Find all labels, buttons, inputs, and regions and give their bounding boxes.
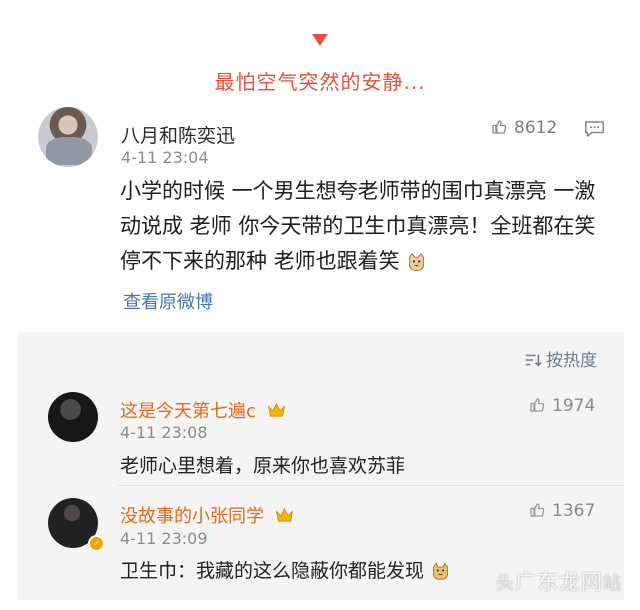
comment-item: 这是今天第七遍c 4-11 23:08 1974 老师心里想着，原来你也喜欢苏菲: [18, 392, 624, 482]
crown-badge-icon: [275, 507, 293, 522]
sort-icon: [525, 354, 542, 367]
comment-user-avatar[interactable]: [48, 392, 98, 442]
sort-by-heat-button[interactable]: 按热度: [524, 346, 597, 371]
comment-like-button[interactable]: 1367: [528, 501, 595, 521]
watermark: 头广东龙网站: [496, 570, 622, 594]
main-post-text: 小学的时候 一个男生想夸老师带的围巾真漂亮 一激动说成 老师 你今天带的卫生巾真…: [120, 174, 605, 279]
comment-divider: [118, 485, 624, 486]
comment-like-count: 1367: [552, 501, 596, 521]
main-like-button[interactable]: 8612: [490, 118, 557, 138]
comment-text: 卫生巾：我藏的这么隐蔽你都能发现: [120, 556, 451, 583]
sort-label: 按热度: [546, 351, 597, 371]
comment-time: 4-11 23:08: [120, 423, 208, 442]
main-username[interactable]: 八月和陈奕迅: [121, 121, 235, 148]
comment-section: 按热度 这是今天第七遍c 4-11 23:08 1974 老师心里想着，原来你也…: [18, 332, 624, 600]
comment-like-count: 1974: [552, 396, 596, 416]
cat-emoji-icon: [409, 252, 425, 271]
thumbs-up-icon: [530, 503, 545, 517]
verified-badge-icon: ✓: [88, 535, 105, 552]
doge-emoji-icon: [433, 562, 448, 580]
main-post-content: 小学的时候 一个男生想夸老师带的围巾真漂亮 一激动说成 老师 你今天带的卫生巾真…: [120, 179, 596, 273]
down-arrow-icon: [312, 34, 328, 46]
comment-icon[interactable]: [584, 120, 605, 138]
header-caption: 最怕空气突然的安静...: [214, 70, 426, 94]
comment-like-button[interactable]: 1974: [528, 396, 595, 416]
comment-text: 老师心里想着，原来你也喜欢苏菲: [120, 455, 406, 477]
comment-username[interactable]: 这是今天第七遍c: [120, 397, 287, 423]
view-original-link[interactable]: 查看原微博: [123, 288, 213, 314]
thumbs-up-icon: [492, 120, 507, 134]
main-like-count: 8612: [514, 118, 558, 138]
main-post-time: 4-11 23:04: [121, 148, 209, 167]
main-user-avatar[interactable]: [38, 107, 98, 167]
crown-badge-icon: [267, 402, 285, 417]
comment-time: 4-11 23:09: [120, 529, 208, 548]
main-post: 八月和陈奕迅 4-11 23:04 8612 小学的时候 一个男生想夸老师带的围…: [0, 100, 640, 332]
thumbs-up-icon: [530, 398, 545, 412]
comment-username[interactable]: 没故事的小张同学: [120, 502, 295, 528]
